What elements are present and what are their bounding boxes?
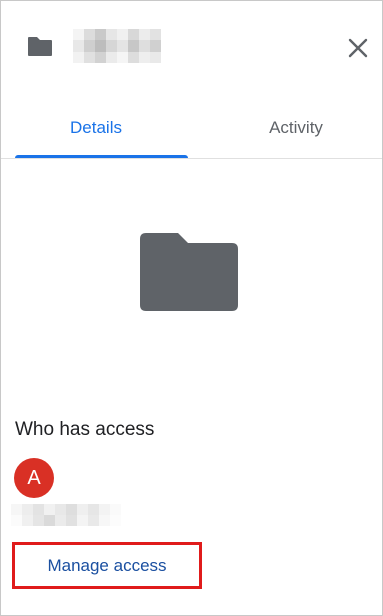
folder-preview-icon <box>138 231 240 313</box>
tab-activity-label: Activity <box>269 117 323 137</box>
who-has-access-heading: Who has access <box>15 419 155 440</box>
details-panel: Details Activity Who has access A Manage… <box>0 0 383 616</box>
tab-activity[interactable]: Activity <box>201 97 383 158</box>
tab-details-label: Details <box>70 117 122 137</box>
manage-access-highlight: Manage access <box>12 542 202 589</box>
owner-name-redacted <box>11 504 121 526</box>
item-title-redacted <box>73 29 161 63</box>
manage-access-button[interactable]: Manage access <box>19 549 195 582</box>
folder-icon <box>27 35 53 57</box>
tab-details[interactable]: Details <box>1 97 191 158</box>
avatar-letter: A <box>27 466 41 489</box>
panel-header <box>1 1 382 93</box>
close-icon[interactable] <box>345 35 371 61</box>
active-tab-indicator <box>15 155 188 158</box>
avatar[interactable]: A <box>14 458 54 498</box>
tab-bar: Details Activity <box>1 97 382 159</box>
manage-access-label: Manage access <box>47 555 167 575</box>
